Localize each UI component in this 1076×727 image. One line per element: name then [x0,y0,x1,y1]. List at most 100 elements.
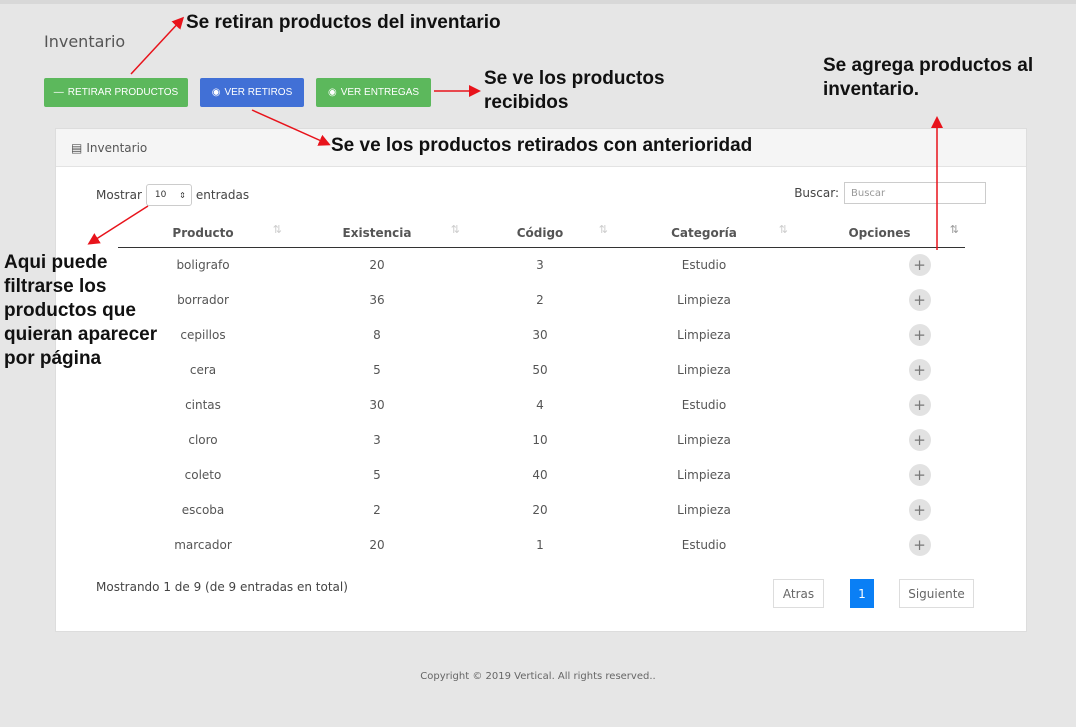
ver-entregas-button[interactable]: ◉ VER ENTREGAS [316,78,431,107]
panel-title: Inventario [86,140,148,155]
table-cell: Limpieza [677,502,731,517]
options-cell: + [794,422,965,457]
table-cell: 8 [373,327,381,342]
ver-retiros-label: VER RETIROS [224,87,293,98]
table-cell: 4 [536,397,544,412]
column-header-categoria[interactable]: Categoría ⇅ [614,219,794,248]
table-cell: Limpieza [677,432,731,447]
add-product-plus-icon[interactable]: + [908,533,931,556]
table-cell: 5 [373,362,381,377]
eye-icon: ◉ [327,87,337,98]
table-cell: 36 [369,292,385,307]
search-label: Buscar: [794,186,839,200]
table-row: marcador 20 1 Estudio + [118,527,965,562]
add-product-plus-icon[interactable]: + [908,253,931,276]
inventory-panel: ▤ Inventario Mostrar 10 ⇕ entradas Busca… [55,128,1027,632]
table-row: cera 5 50 Limpieza + [118,352,965,387]
column-header-opciones[interactable]: Opciones ⇅ [794,219,965,248]
table-cell: 50 [532,362,548,377]
table-cell: Estudio [681,537,727,552]
ver-entregas-label: VER ENTREGAS [340,87,420,98]
annotation-retiran: Se retiran productos del inventario [186,12,501,33]
footer-copyright: Copyright © 2019 Vertical. All rights re… [420,671,656,682]
table-info: Mostrando 1 de 9 (de 9 entradas en total… [96,580,348,594]
column-header-producto[interactable]: Producto ⇅ [118,219,288,248]
table-cell: Limpieza [677,327,731,342]
search-input[interactable]: Buscar [844,182,986,204]
column-header-existencia[interactable]: Existencia ⇅ [288,219,466,248]
list-icon: ▤ [71,140,83,155]
table-row: boligrafo 20 3 Estudio + [118,247,965,282]
table-cell: Estudio [681,397,727,412]
arrow-retiran [130,16,185,75]
sort-icon: ⇅ [949,223,959,236]
sort-icon: ⇅ [598,223,608,236]
add-product-plus-icon[interactable]: + [908,288,931,311]
options-cell: + [794,387,965,422]
table-cell: 3 [536,257,544,272]
pagination-prev-button[interactable]: Atras [773,579,824,608]
sort-icon: ⇅ [272,223,282,236]
table-cell: escoba [181,502,225,517]
table-row: borrador 36 2 Limpieza + [118,282,965,317]
table-cell: 2 [536,292,544,307]
options-cell: + [794,492,965,527]
add-product-plus-icon[interactable]: + [908,498,931,521]
add-product-plus-icon[interactable]: + [908,463,931,486]
ver-retiros-button[interactable]: ◉ VER RETIROS [200,78,304,107]
add-product-plus-icon[interactable]: + [908,358,931,381]
options-cell: + [794,282,965,317]
table-cell: 20 [369,257,385,272]
add-product-plus-icon[interactable]: + [908,323,931,346]
annotation-filtrar-line2: filtrarse los [4,276,107,297]
table-cell: cera [189,362,217,377]
entries-select[interactable]: 10 ⇕ [145,184,192,206]
annotation-agrega-line2: inventario. [823,79,920,100]
retirar-productos-button[interactable]: — RETIRAR PRODUCTOS [44,78,188,107]
table-row: cepillos 8 30 Limpieza + [118,317,965,352]
options-cell: + [794,457,965,492]
annotation-recibidos-line1: Se ve los productos [484,68,665,89]
table-cell: cintas [185,397,221,412]
table-cell: 30 [369,397,385,412]
table-cell: 30 [532,327,548,342]
entries-select-value: 10 [154,190,167,200]
column-header-codigo[interactable]: Código ⇅ [466,219,614,248]
annotation-recibidos-line2: recibidos [484,92,569,113]
show-label: Mostrar [96,188,142,202]
annotation-agrega-line1: Se agrega productos al [823,55,1034,76]
add-product-plus-icon[interactable]: + [908,428,931,451]
top-bar [0,0,1076,4]
retirar-productos-label: RETIRAR PRODUCTOS [67,87,179,98]
sort-icon: ⇅ [778,223,788,236]
options-cell: + [794,527,965,562]
table-cell: coleto [184,467,222,482]
table-row: cloro 3 10 Limpieza + [118,422,965,457]
pagination-next-button[interactable]: Siguiente [899,579,974,608]
table-cell: Limpieza [677,362,731,377]
annotation-retirados: Se ve los productos retirados con anteri… [331,135,753,156]
table-cell: Limpieza [677,292,731,307]
minus-icon: — [53,87,64,98]
entries-suffix: entradas [195,188,250,202]
table-cell: borrador [177,292,229,307]
table-cell: 2 [373,502,381,517]
table-cell: marcador [174,537,232,552]
table-cell: 3 [373,432,381,447]
table-header-row: Producto ⇅ Existencia ⇅ Código ⇅ Categoría ⇅… [118,219,965,248]
options-cell: + [794,317,965,352]
add-product-plus-icon[interactable]: + [908,393,931,416]
entries-length-control: Mostrar 10 ⇕ entradas [96,184,249,206]
search-control: Buscar: Buscar [794,182,986,204]
table-cell: boligrafo [176,257,230,272]
pagination-page-1[interactable]: 1 [850,579,874,608]
annotation-filtrar-line1: Aqui puede [4,252,108,273]
select-arrows-icon: ⇕ [179,190,186,200]
options-cell: + [794,352,965,387]
table-cell: 10 [532,432,548,447]
eye-icon: ◉ [211,87,221,98]
table-cell: 20 [532,502,548,517]
table-cell: cloro [188,432,218,447]
sort-icon: ⇅ [450,223,460,236]
table-cell: 20 [369,537,385,552]
